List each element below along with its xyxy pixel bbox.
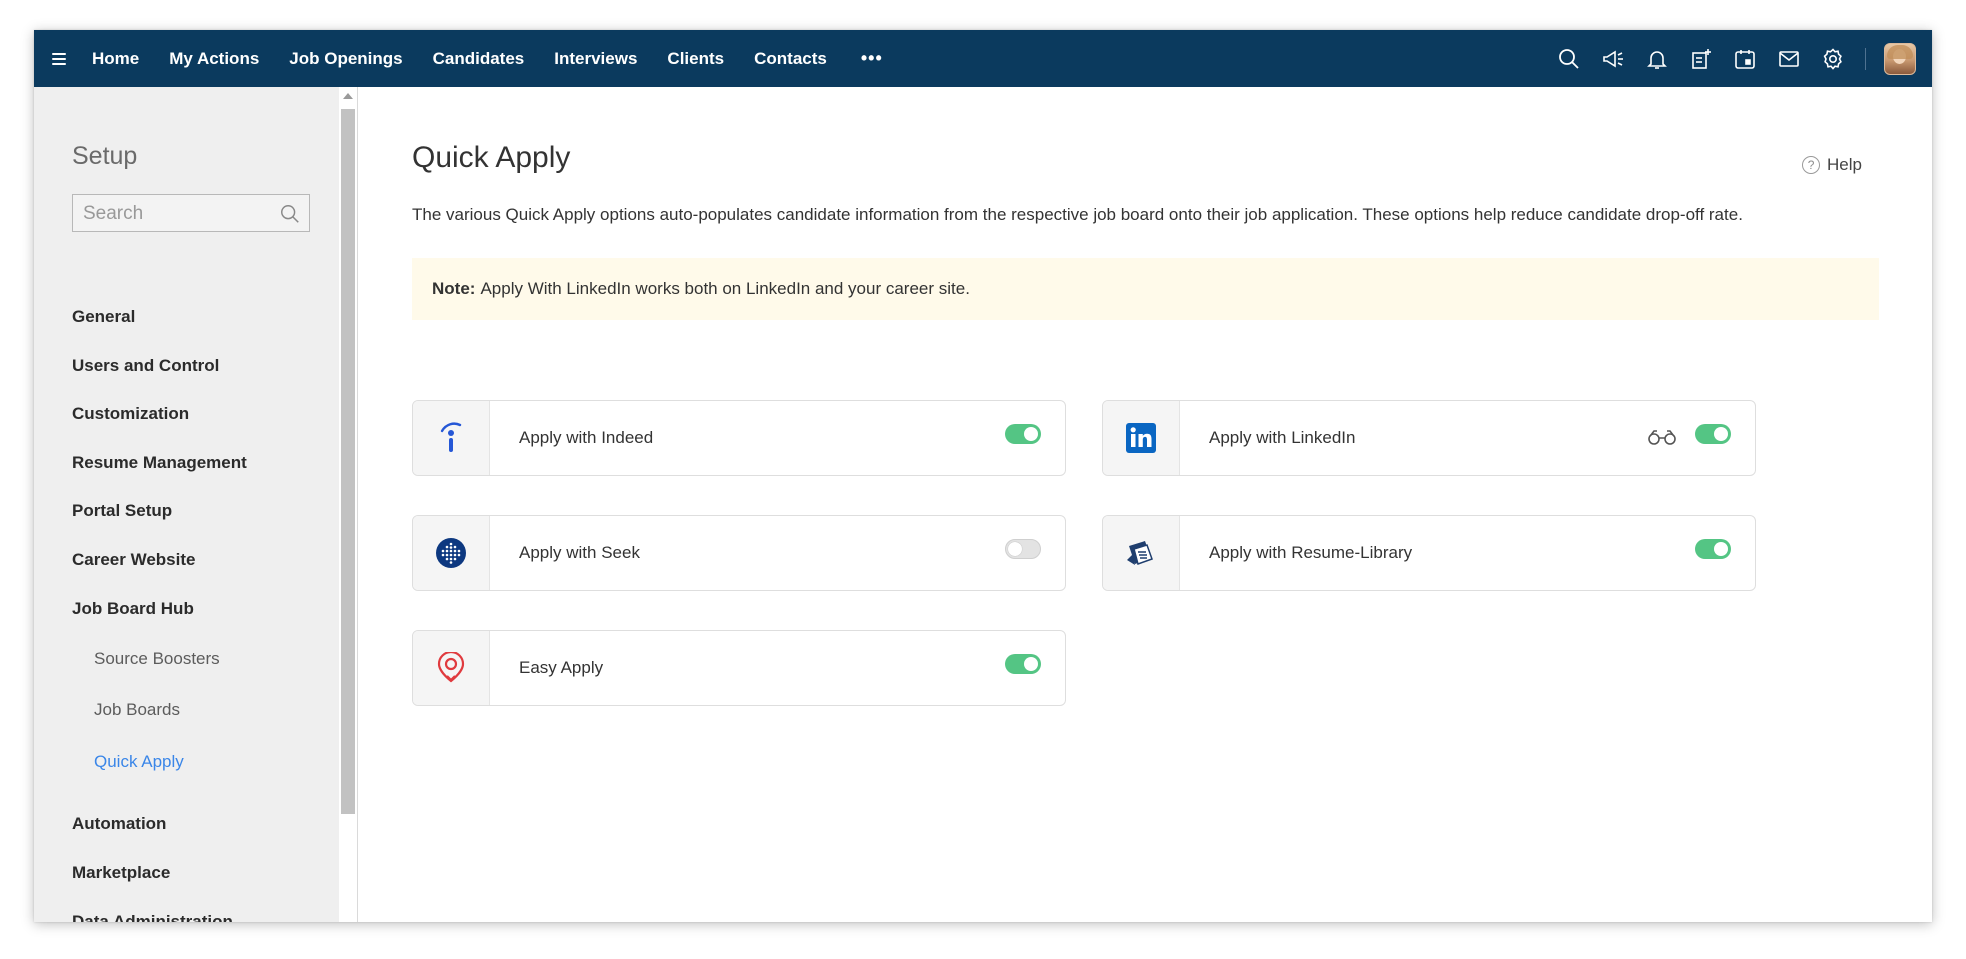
main-nav: Home My Actions Job Openings Candidates … xyxy=(92,48,883,69)
option-name: Apply with LinkedIn xyxy=(1209,428,1356,447)
help-link[interactable]: ? Help xyxy=(1802,155,1862,175)
user-avatar[interactable] xyxy=(1884,42,1916,75)
option-name: Apply with Seek xyxy=(519,543,640,562)
sidebar-item-customization[interactable]: Customization xyxy=(72,404,189,424)
add-note-icon[interactable] xyxy=(1687,45,1715,73)
hamburger-menu-icon[interactable] xyxy=(52,52,72,65)
nav-job-openings[interactable]: Job Openings xyxy=(289,49,402,69)
linkedin-logo-icon xyxy=(1103,401,1180,475)
quick-apply-card-seek: Apply with Seek xyxy=(412,515,1066,591)
sidebar-item-resume-management[interactable]: Resume Management xyxy=(72,453,247,473)
scroll-up-arrow-icon[interactable] xyxy=(343,93,353,99)
sidebar-item-users-and-control[interactable]: Users and Control xyxy=(72,356,219,376)
sidebar-subitem-job-boards[interactable]: Job Boards xyxy=(94,700,180,720)
announcement-icon[interactable] xyxy=(1599,45,1627,73)
sidebar-title: Setup xyxy=(72,142,138,170)
bell-icon[interactable] xyxy=(1643,45,1671,73)
sidebar-item-job-board-hub[interactable]: Job Board Hub xyxy=(72,599,194,619)
quick-apply-card-indeed: Apply with Indeed xyxy=(412,400,1066,476)
more-menu-icon[interactable]: ••• xyxy=(861,48,883,69)
note-text: Apply With LinkedIn works both on Linked… xyxy=(480,279,970,298)
quick-apply-card-easy-apply: Easy Apply xyxy=(412,630,1066,706)
quick-apply-card-resume-library: Apply with Resume-Library xyxy=(1102,515,1756,591)
toggle-switch-easy-apply[interactable] xyxy=(1005,654,1041,674)
top-navigation-bar: Home My Actions Job Openings Candidates … xyxy=(34,30,1932,87)
indeed-logo-icon xyxy=(413,401,490,475)
help-label: Help xyxy=(1827,155,1862,174)
toolbar-divider xyxy=(1865,47,1866,70)
sidebar-item-marketplace[interactable]: Marketplace xyxy=(72,863,170,883)
setup-sidebar: Setup General Users and Control Customiz… xyxy=(34,87,339,922)
sidebar-subitem-source-boosters[interactable]: Source Boosters xyxy=(94,649,220,669)
toggle-switch-resume-library[interactable] xyxy=(1695,539,1731,559)
sidebar-item-general[interactable]: General xyxy=(72,307,135,327)
toggle-switch-linkedin[interactable] xyxy=(1695,424,1731,444)
sidebar-item-data-administration[interactable]: Data Administration xyxy=(72,912,233,922)
nav-my-actions[interactable]: My Actions xyxy=(169,49,259,69)
nav-clients[interactable]: Clients xyxy=(667,49,724,69)
search-icon[interactable] xyxy=(1555,45,1583,73)
help-icon: ? xyxy=(1802,156,1821,174)
seek-logo-icon xyxy=(413,516,490,590)
sidebar-subitem-quick-apply[interactable]: Quick Apply xyxy=(94,752,184,772)
sidebar-item-automation[interactable]: Automation xyxy=(72,814,166,834)
search-box xyxy=(72,194,310,233)
settings-icon[interactable] xyxy=(1819,45,1847,73)
page-description: The various Quick Apply options auto-pop… xyxy=(412,205,1743,224)
sidebar-item-career-website[interactable]: Career Website xyxy=(72,550,195,570)
main-content: Quick Apply ? Help The various Quick App… xyxy=(358,87,1932,922)
note-label: Note: xyxy=(432,279,476,298)
app-window: Home My Actions Job Openings Candidates … xyxy=(34,30,1932,922)
note-banner: Note: Apply With LinkedIn works both on … xyxy=(412,258,1879,320)
mail-icon[interactable] xyxy=(1775,45,1803,73)
nav-candidates[interactable]: Candidates xyxy=(433,49,525,69)
option-name: Easy Apply xyxy=(519,658,604,677)
sidebar-item-portal-setup[interactable]: Portal Setup xyxy=(72,501,172,521)
search-input[interactable] xyxy=(73,195,275,233)
toggle-switch-seek[interactable] xyxy=(1005,539,1041,559)
toggle-switch-indeed[interactable] xyxy=(1005,424,1041,444)
nav-interviews[interactable]: Interviews xyxy=(554,49,637,69)
binoculars-icon[interactable] xyxy=(1647,428,1677,446)
quick-apply-card-linkedin: Apply with LinkedIn xyxy=(1102,400,1756,476)
calendar-icon[interactable] xyxy=(1731,45,1759,73)
nav-contacts[interactable]: Contacts xyxy=(754,49,827,69)
scrollbar-thumb[interactable] xyxy=(341,109,355,814)
search-icon[interactable] xyxy=(279,203,301,225)
option-name: Apply with Indeed xyxy=(519,428,654,447)
sidebar-scrollbar[interactable] xyxy=(339,87,358,922)
toolbar-icons xyxy=(1539,30,1916,87)
nav-home[interactable]: Home xyxy=(92,49,139,69)
option-name: Apply with Resume-Library xyxy=(1209,543,1413,562)
resume-library-logo-icon xyxy=(1103,516,1180,590)
easy-apply-logo-icon xyxy=(413,631,490,705)
page-title: Quick Apply xyxy=(412,141,571,174)
